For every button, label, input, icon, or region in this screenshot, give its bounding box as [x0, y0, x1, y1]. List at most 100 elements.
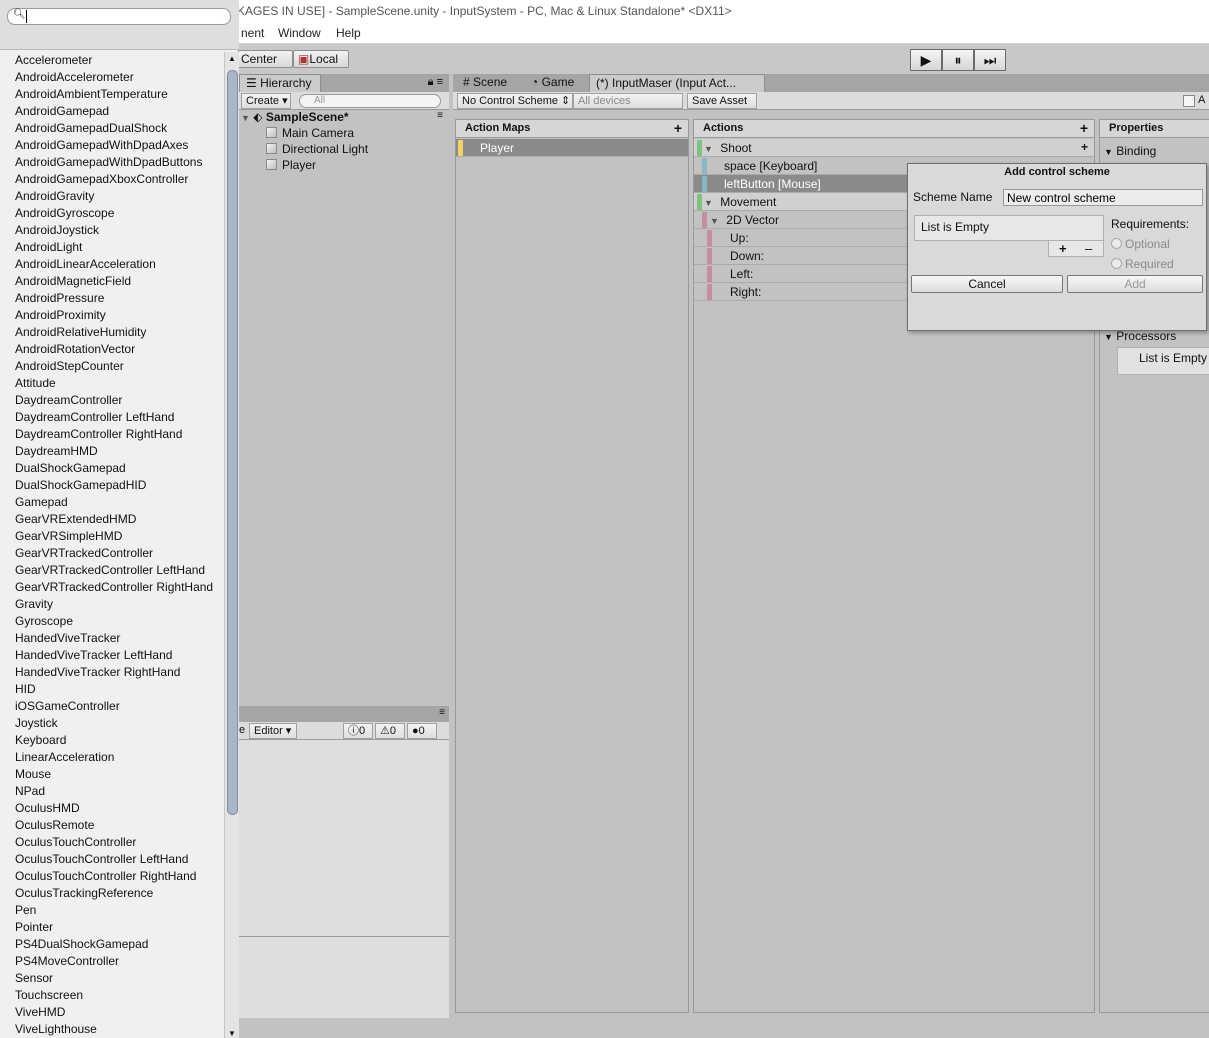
device-list-item[interactable]: GearVRSimpleHMD — [0, 528, 224, 545]
device-list-item[interactable]: GearVRExtendedHMD — [0, 511, 224, 528]
binding-foldout[interactable]: ▼ Binding — [1104, 144, 1156, 158]
tab-input-actions[interactable]: (*) InputMaser (Input Act... — [589, 74, 765, 92]
device-list-item[interactable]: Gravity — [0, 596, 224, 613]
device-list-item[interactable]: HandedViveTracker LeftHand — [0, 647, 224, 664]
device-list-item[interactable]: AndroidJoystick — [0, 222, 224, 239]
scene-menu-icon[interactable]: ≡ — [437, 110, 443, 121]
device-list-item[interactable]: Sensor — [0, 970, 224, 987]
menu-component[interactable]: nent — [241, 26, 264, 40]
add-device-button[interactable]: + — [1059, 241, 1067, 256]
device-list-item[interactable]: AndroidGravity — [0, 188, 224, 205]
hierarchy-search-input[interactable]: All — [299, 94, 441, 108]
device-list-item[interactable]: PS4DualShockGamepad — [0, 936, 224, 953]
device-list-item[interactable]: GearVRTrackedController — [0, 545, 224, 562]
action-row-shoot[interactable]: ▼ Shoot + — [694, 139, 1094, 157]
device-list-item[interactable]: Gamepad — [0, 494, 224, 511]
add-button[interactable]: Add — [1067, 275, 1203, 293]
info-count-toggle[interactable]: ⓘ0 — [343, 723, 373, 739]
pause-button[interactable]: ⏸ — [942, 49, 974, 71]
menu-window[interactable]: Window — [278, 26, 321, 40]
scroll-up-icon[interactable]: ▲ — [228, 54, 236, 63]
device-list-item[interactable]: Pointer — [0, 919, 224, 936]
device-list-item[interactable]: HID — [0, 681, 224, 698]
device-list-item[interactable]: OculusTouchController LeftHand — [0, 851, 224, 868]
hierarchy-item[interactable]: Directional Light — [239, 141, 368, 157]
error-count-toggle[interactable]: ●0 — [407, 723, 437, 739]
device-list-item[interactable]: GearVRTrackedController LeftHand — [0, 562, 224, 579]
step-button[interactable]: ⏭ — [974, 49, 1006, 71]
device-list-item[interactable]: AndroidPressure — [0, 290, 224, 307]
optional-radio[interactable]: Optional — [1111, 237, 1170, 251]
auto-save-checkbox[interactable] — [1183, 95, 1195, 107]
menu-help[interactable]: Help — [336, 26, 361, 40]
scene-root-row[interactable]: ▼ ⬖ SampleScene* — [239, 109, 349, 125]
console-clear-button[interactable]: e — [239, 724, 245, 736]
device-list-item[interactable]: Touchscreen — [0, 987, 224, 1004]
warning-count-toggle[interactable]: ⚠0 — [375, 723, 405, 739]
device-list-item[interactable]: AndroidGyroscope — [0, 205, 224, 222]
device-search-input[interactable]: 🔍︎ — [7, 8, 231, 25]
device-list-item[interactable]: Attitude — [0, 375, 224, 392]
add-action-map-button[interactable]: + — [674, 120, 682, 136]
device-list-item[interactable]: AndroidLinearAcceleration — [0, 256, 224, 273]
device-list-item[interactable]: iOSGameController — [0, 698, 224, 715]
device-list-item[interactable]: HandedViveTracker — [0, 630, 224, 647]
device-list-scrollbar[interactable]: ▲ ▼ — [224, 52, 239, 1038]
device-list-item[interactable]: OculusTouchController — [0, 834, 224, 851]
device-list-item[interactable]: HandedViveTracker RightHand — [0, 664, 224, 681]
device-list-item[interactable]: AndroidGamepadXboxController — [0, 171, 224, 188]
device-list-item[interactable]: AndroidLight — [0, 239, 224, 256]
required-radio[interactable]: Required — [1111, 257, 1174, 271]
device-list-item[interactable]: AndroidAmbientTemperature — [0, 86, 224, 103]
device-list-item[interactable]: Pen — [0, 902, 224, 919]
device-list-item[interactable]: DaydreamController — [0, 392, 224, 409]
scroll-down-icon[interactable]: ▼ — [228, 1029, 236, 1038]
hierarchy-item[interactable]: Player — [239, 157, 316, 173]
action-map-row[interactable]: Player — [456, 139, 688, 157]
scheme-name-input[interactable] — [1003, 189, 1203, 206]
lock-menu-icon[interactable]: 🔒︎ ≡ — [428, 76, 443, 89]
pivot-local-button[interactable]: ▣Local — [293, 50, 349, 68]
device-list-item[interactable]: ViveLighthouse — [0, 1021, 224, 1038]
device-list-item[interactable]: ViveHMD — [0, 1004, 224, 1021]
create-dropdown[interactable]: Create ▾ — [241, 93, 291, 109]
device-list-item[interactable]: DaydreamHMD — [0, 443, 224, 460]
device-list-item[interactable]: AndroidProximity — [0, 307, 224, 324]
save-asset-button[interactable]: Save Asset — [687, 93, 757, 109]
device-list-item[interactable]: Joystick — [0, 715, 224, 732]
console-menu-icon[interactable]: ≡ — [439, 707, 445, 718]
device-list-item[interactable]: AndroidGamepadWithDpadAxes — [0, 137, 224, 154]
hierarchy-item[interactable]: Main Camera — [239, 125, 354, 141]
tab-scene[interactable]: # Scene — [457, 74, 513, 92]
device-list-item[interactable]: DaydreamController LeftHand — [0, 409, 224, 426]
devices-dropdown[interactable]: All devices — [573, 93, 683, 109]
cancel-button[interactable]: Cancel — [911, 275, 1063, 293]
device-list-item[interactable]: AndroidRotationVector — [0, 341, 224, 358]
device-list-item[interactable]: AndroidGamepad — [0, 103, 224, 120]
device-list-item[interactable]: AndroidAccelerometer — [0, 69, 224, 86]
device-list-item[interactable]: OculusTrackingReference — [0, 885, 224, 902]
device-list-item[interactable]: Keyboard — [0, 732, 224, 749]
device-list-item[interactable]: AndroidGamepadWithDpadButtons — [0, 154, 224, 171]
scrollbar-thumb[interactable] — [227, 70, 238, 815]
editor-dropdown[interactable]: Editor ▾ — [249, 723, 297, 739]
device-list-item[interactable]: Mouse — [0, 766, 224, 783]
device-list-item[interactable]: DaydreamController RightHand — [0, 426, 224, 443]
remove-device-button[interactable]: – — [1085, 241, 1092, 256]
device-list-item[interactable]: AndroidMagneticField — [0, 273, 224, 290]
device-list-item[interactable]: AndroidGamepadDualShock — [0, 120, 224, 137]
device-list-item[interactable]: OculusRemote — [0, 817, 224, 834]
device-list-item[interactable]: OculusHMD — [0, 800, 224, 817]
device-list-item[interactable]: LinearAcceleration — [0, 749, 224, 766]
device-list-item[interactable]: GearVRTrackedController RightHand — [0, 579, 224, 596]
device-list-item[interactable]: OculusTouchController RightHand — [0, 868, 224, 885]
device-list-item[interactable]: DualShockGamepad — [0, 460, 224, 477]
device-list-item[interactable]: AndroidStepCounter — [0, 358, 224, 375]
device-list-item[interactable]: NPad — [0, 783, 224, 800]
pivot-center-button[interactable]: Center — [236, 50, 293, 68]
tab-hierarchy[interactable]: ☰ Hierarchy — [239, 74, 321, 92]
processors-foldout[interactable]: ▼ Processors — [1104, 329, 1176, 343]
control-scheme-dropdown[interactable]: No Control Scheme ⇕ — [457, 93, 573, 109]
add-action-button[interactable]: + — [1080, 120, 1088, 136]
tab-game[interactable]: ◔ Game — [525, 74, 580, 92]
